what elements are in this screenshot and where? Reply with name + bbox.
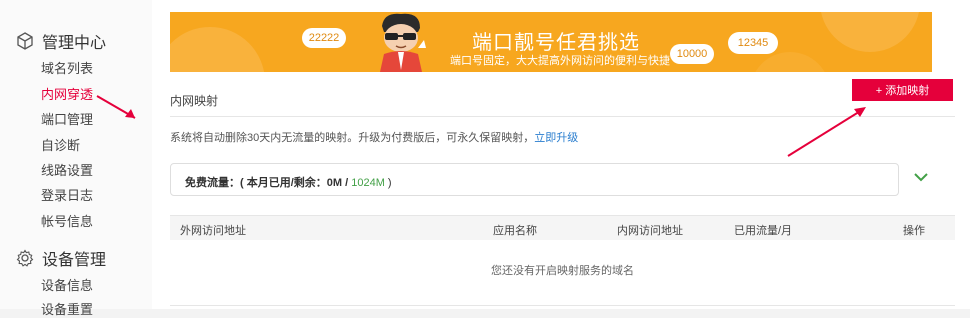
column-header: 内网访问地址	[617, 225, 683, 237]
traffic-info: 免费流量：( 本月已用/剩余：0M / 1024M )	[185, 177, 392, 189]
section-title: 设备管理	[42, 252, 107, 269]
banner-subtitle: 端口号固定，大大提高外网访问的便利与快捷	[450, 55, 670, 67]
gear-icon	[16, 249, 34, 267]
column-header: 操作	[903, 225, 925, 237]
table-header: 外网访问地址 应用名称 内网访问地址 已用流量/月 操作	[170, 215, 955, 240]
column-header: 应用名称	[493, 225, 537, 237]
banner-title: 端口靓号任君挑选	[472, 32, 640, 54]
number-cloud: 22222	[302, 28, 346, 48]
add-mapping-button[interactable]: + 添加映射	[852, 79, 953, 101]
sidebar-item-login-log[interactable]: 登录日志	[41, 185, 93, 204]
number-cloud: 10000	[670, 44, 714, 64]
number-cloud: 12345	[728, 32, 778, 54]
divider	[170, 305, 955, 306]
promo-banner[interactable]: 22222 10000 12345 端口靓号任君挑选 端口号固定，大大提高外网访…	[170, 12, 932, 72]
section-management-center: 管理中心	[16, 29, 106, 53]
column-header: 已用流量/月	[734, 225, 793, 237]
column-header: 外网访问地址	[180, 225, 246, 237]
section-device-management: 设备管理	[16, 246, 106, 270]
sidebar: 管理中心 域名列表 内网穿透 端口管理 自诊断 线路设置 登录日志 帐号信息 设…	[0, 0, 153, 317]
sidebar-item-device-info[interactable]: 设备信息	[41, 275, 93, 294]
sidebar-item-line-settings[interactable]: 线路设置	[41, 160, 93, 179]
notice-text: 系统将自动删除30天内无流量的映射。升级为付费版后，可永久保留映射，立即升级	[170, 132, 579, 144]
traffic-total: 1024M	[351, 177, 385, 189]
mascot-illustration	[380, 13, 426, 72]
sidebar-item-account-info[interactable]: 帐号信息	[41, 211, 93, 230]
sidebar-item-domain-list[interactable]: 域名列表	[41, 58, 93, 77]
sidebar-item-self-diagnosis[interactable]: 自诊断	[41, 135, 80, 154]
sidebar-item-port-management[interactable]: 端口管理	[41, 109, 93, 128]
cube-icon	[16, 32, 34, 50]
main-content: 22222 10000 12345 端口靓号任君挑选 端口号固定，大大提高外网访…	[152, 0, 970, 309]
annotation-arrow	[787, 107, 866, 157]
upgrade-link[interactable]: 立即升级	[534, 132, 578, 144]
empty-state-text: 您还没有开启映射服务的域名	[491, 265, 634, 277]
annotation-arrow	[96, 95, 136, 119]
sidebar-item-intranet-penetration[interactable]: 内网穿透	[41, 84, 93, 103]
section-title: 管理中心	[42, 35, 107, 52]
chevron-down-icon[interactable]	[913, 171, 929, 183]
page-title: 内网映射	[170, 94, 219, 108]
traffic-panel: 免费流量：( 本月已用/剩余：0M / 1024M )	[170, 163, 899, 196]
